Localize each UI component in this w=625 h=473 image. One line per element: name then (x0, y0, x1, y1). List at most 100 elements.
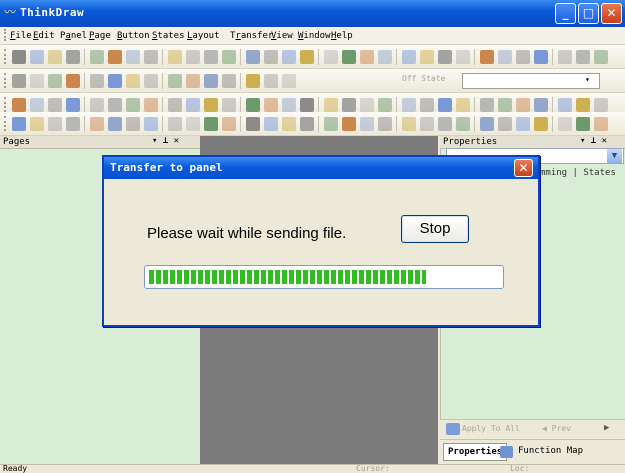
close-button[interactable]: ✕ (601, 3, 622, 24)
toolbar-tool-icon[interactable] (66, 50, 80, 64)
toolbar-tool-icon[interactable] (402, 98, 416, 112)
toolbar-tool-icon[interactable] (246, 50, 260, 64)
toolbar-tool-icon[interactable] (126, 74, 140, 88)
menu-item-button[interactable]: Button (117, 31, 150, 41)
tab-function-map[interactable]: Function Map (514, 443, 587, 461)
toolbar-tool-icon[interactable] (66, 117, 80, 131)
chevron-down-icon[interactable]: ▼ (607, 149, 622, 163)
toolbar-tool-icon[interactable] (222, 50, 236, 64)
toolbar-tool-icon[interactable] (594, 117, 608, 131)
toolbar-tool-icon[interactable] (144, 74, 158, 88)
toolbar-tool-icon[interactable] (534, 117, 548, 131)
toolbar-tool-icon[interactable] (324, 98, 338, 112)
toolbar-tool-icon[interactable] (144, 117, 158, 131)
toolbar-tool-icon[interactable] (516, 50, 530, 64)
toolbar-tool-icon[interactable] (204, 50, 218, 64)
toolbar-tool-icon[interactable] (90, 117, 104, 131)
toolbar-tool-icon[interactable] (222, 98, 236, 112)
toolbar-tool-icon[interactable] (324, 117, 338, 131)
toolbar-tool-icon[interactable] (66, 98, 80, 112)
menu-item-layout[interactable]: Layout (187, 31, 220, 41)
next-button[interactable]: ▶ (604, 423, 609, 433)
toolbar-tool-icon[interactable] (498, 117, 512, 131)
toolbar-tool-icon[interactable] (498, 98, 512, 112)
toolbar-tool-icon[interactable] (438, 50, 452, 64)
toolbar-tool-icon[interactable] (108, 50, 122, 64)
menu-item-page[interactable]: Page (89, 31, 111, 41)
toolbar-tool-icon[interactable] (126, 117, 140, 131)
toolbar-tool-icon[interactable] (378, 117, 392, 131)
toolbar-tool-icon[interactable] (360, 117, 374, 131)
toolbar-tool-icon[interactable] (402, 50, 416, 64)
menu-item-transfer[interactable]: Transfer (230, 31, 273, 41)
toolbar-tool-icon[interactable] (126, 50, 140, 64)
apply-to-all-button[interactable]: Apply To All (462, 424, 520, 433)
menubar-grip[interactable] (4, 29, 8, 41)
prev-button[interactable]: ◀ Prev (542, 424, 571, 433)
toolbar-tool-icon[interactable] (90, 50, 104, 64)
toolbar-tool-icon[interactable] (30, 74, 44, 88)
toolbar-tool-icon[interactable] (576, 98, 590, 112)
toolbar-tool-icon[interactable] (66, 74, 80, 88)
toolbar-tool-icon[interactable] (168, 50, 182, 64)
toolbar-tool-icon[interactable] (282, 117, 296, 131)
toolbar-tool-icon[interactable] (420, 50, 434, 64)
toolbar-tool-icon[interactable] (420, 117, 434, 131)
toolbar-tool-icon[interactable] (300, 98, 314, 112)
toolbar-tool-icon[interactable] (576, 50, 590, 64)
toolbar-tool-icon[interactable] (246, 74, 260, 88)
toolbar-tool-icon[interactable] (402, 117, 416, 131)
toolbar-tool-icon[interactable] (498, 50, 512, 64)
state-select[interactable] (462, 73, 600, 89)
toolbar-tool-icon[interactable] (378, 50, 392, 64)
toolbar-tool-icon[interactable] (264, 117, 278, 131)
toolbar-tool-icon[interactable] (282, 98, 296, 112)
toolbar-tool-icon[interactable] (576, 117, 590, 131)
toolbar-tool-icon[interactable] (48, 98, 62, 112)
toolbar-tool-icon[interactable] (108, 117, 122, 131)
toolbar-tool-icon[interactable] (480, 98, 494, 112)
toolbar-tool-icon[interactable] (300, 117, 314, 131)
toolbar-tool-icon[interactable] (12, 50, 26, 64)
toolbar-tool-icon[interactable] (516, 98, 530, 112)
toolbar-tool-icon[interactable] (48, 74, 62, 88)
toolbar-tool-icon[interactable] (558, 50, 572, 64)
toolbar-tool-icon[interactable] (594, 98, 608, 112)
toolbar-tool-icon[interactable] (342, 98, 356, 112)
toolbar-tool-icon[interactable] (360, 98, 374, 112)
properties-subtabs[interactable]: mming | States (540, 168, 616, 178)
toolbar-tool-icon[interactable] (516, 117, 530, 131)
toolbar-tool-icon[interactable] (282, 74, 296, 88)
toolbar-tool-icon[interactable] (324, 50, 338, 64)
toolbar-tool-icon[interactable] (594, 50, 608, 64)
toolbar-tool-icon[interactable] (108, 74, 122, 88)
toolbar-tool-icon[interactable] (342, 117, 356, 131)
toolbar-tool-icon[interactable] (378, 98, 392, 112)
toolbar-tool-icon[interactable] (438, 98, 452, 112)
toolbar-tool-icon[interactable] (246, 98, 260, 112)
menu-item-help[interactable]: Help (331, 31, 353, 41)
toolbar-tool-icon[interactable] (204, 117, 218, 131)
toolbar-tool-icon[interactable] (108, 98, 122, 112)
toolbar-tool-icon[interactable] (360, 50, 374, 64)
toolbar-tool-icon[interactable] (222, 117, 236, 131)
toolbar-tool-icon[interactable] (264, 98, 278, 112)
toolbar-tool-icon[interactable] (204, 98, 218, 112)
toolbar-tool-icon[interactable] (48, 50, 62, 64)
toolbar-tool-icon[interactable] (480, 50, 494, 64)
toolbar-tool-icon[interactable] (12, 98, 26, 112)
properties-panel-controls[interactable]: ▾ ⊥ ✕ (580, 136, 607, 146)
toolbar-tool-icon[interactable] (456, 117, 470, 131)
toolbar-tool-icon[interactable] (534, 98, 548, 112)
pages-panel-controls[interactable]: ▾ ⊥ ✕ (152, 136, 179, 146)
toolbar-tool-icon[interactable] (168, 98, 182, 112)
toolbar-grip[interactable] (4, 49, 8, 64)
toolbar-grip[interactable] (4, 116, 8, 131)
maximize-button[interactable]: □ (578, 3, 599, 24)
toolbar-tool-icon[interactable] (420, 98, 434, 112)
tab-properties[interactable]: Properties (443, 443, 508, 461)
toolbar-tool-icon[interactable] (48, 117, 62, 131)
toolbar-tool-icon[interactable] (186, 74, 200, 88)
toolbar-tool-icon[interactable] (558, 117, 572, 131)
toolbar-tool-icon[interactable] (222, 74, 236, 88)
